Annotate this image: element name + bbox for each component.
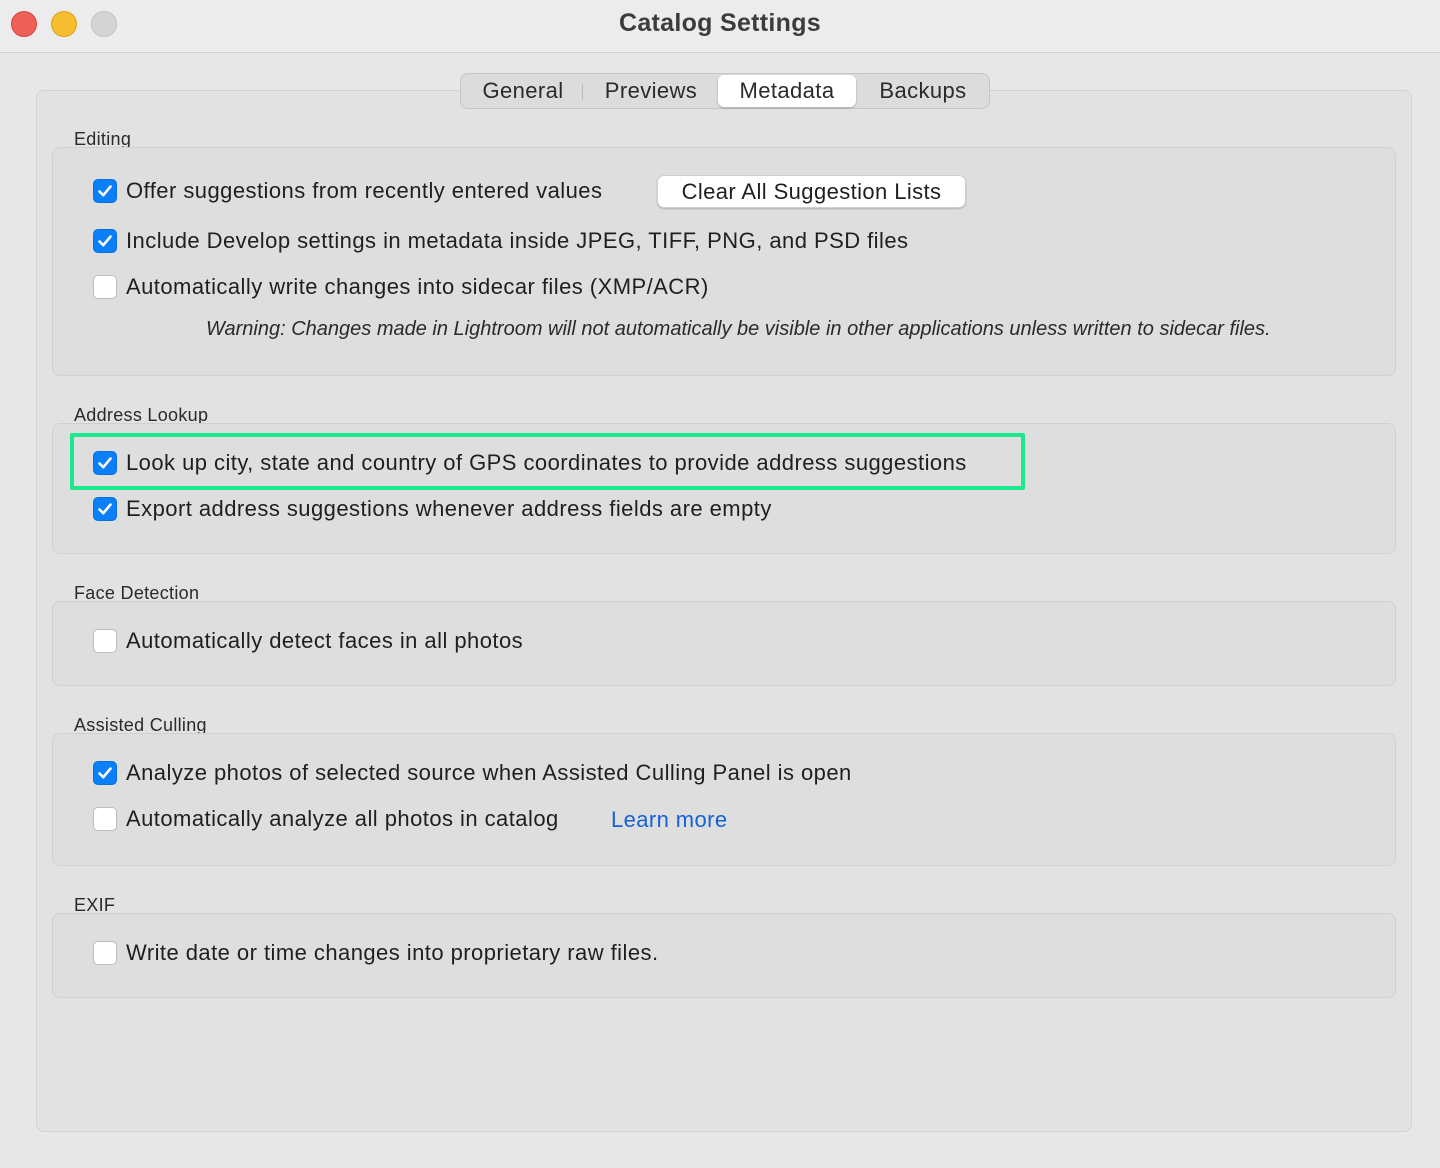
window-title: Catalog Settings xyxy=(618,9,822,37)
clear-all-suggestion-lists-button[interactable]: Clear All Suggestion Lists xyxy=(657,175,966,208)
include-develop-checkbox[interactable] xyxy=(93,229,117,253)
highlight-box xyxy=(70,433,1025,490)
offer-suggestions-label: Offer suggestions from recently entered … xyxy=(126,178,603,203)
export-suggestions-checkbox[interactable] xyxy=(93,497,117,521)
write-date-checkbox[interactable] xyxy=(93,941,117,965)
export-suggestions-row[interactable]: Export address suggestions whenever addr… xyxy=(93,496,772,522)
detect-faces-label: Automatically detect faces in all photos xyxy=(126,628,524,653)
analyze-all-label: Automatically analyze all photos in cata… xyxy=(126,806,559,831)
detect-faces-row[interactable]: Automatically detect faces in all photos xyxy=(93,628,523,654)
sidecar-warning-text: Warning: Changes made in Lightroom will … xyxy=(206,318,1271,340)
write-date-row[interactable]: Write date or time changes into propriet… xyxy=(93,940,659,966)
tab-previews[interactable]: Previews xyxy=(589,75,713,107)
export-suggestions-label: Export address suggestions whenever addr… xyxy=(126,496,772,521)
detect-faces-checkbox[interactable] xyxy=(93,629,117,653)
write-date-label: Write date or time changes into propriet… xyxy=(126,940,659,965)
include-develop-label: Include Develop settings in metadata ins… xyxy=(126,228,909,253)
checkmark-icon xyxy=(98,235,112,247)
tab-backups[interactable]: Backups xyxy=(861,75,985,107)
auto-write-checkbox[interactable] xyxy=(93,275,117,299)
offer-suggestions-row[interactable]: Offer suggestions from recently entered … xyxy=(93,178,602,204)
auto-write-row[interactable]: Automatically write changes into sidecar… xyxy=(93,274,709,300)
analyze-all-row[interactable]: Automatically analyze all photos in cata… xyxy=(93,806,559,832)
analyze-selected-row[interactable]: Analyze photos of selected source when A… xyxy=(93,760,852,786)
offer-suggestions-checkbox[interactable] xyxy=(93,179,117,203)
tab-metadata[interactable]: Metadata xyxy=(718,75,856,107)
assisted-culling-group xyxy=(52,733,1396,866)
checkmark-icon xyxy=(98,767,112,779)
title-bar: Catalog Settings xyxy=(0,0,1440,53)
checkmark-icon xyxy=(98,185,112,197)
analyze-selected-checkbox[interactable] xyxy=(93,761,117,785)
analyze-all-checkbox[interactable] xyxy=(93,807,117,831)
analyze-selected-label: Analyze photos of selected source when A… xyxy=(126,760,852,785)
checkmark-icon xyxy=(98,503,112,515)
tab-bar: General Previews Metadata Backups xyxy=(460,73,990,109)
tab-general[interactable]: General xyxy=(463,75,583,107)
tab-separator xyxy=(582,84,583,100)
include-develop-row[interactable]: Include Develop settings in metadata ins… xyxy=(93,228,908,254)
learn-more-link[interactable]: Learn more xyxy=(611,807,728,833)
auto-write-label: Automatically write changes into sidecar… xyxy=(126,274,709,299)
